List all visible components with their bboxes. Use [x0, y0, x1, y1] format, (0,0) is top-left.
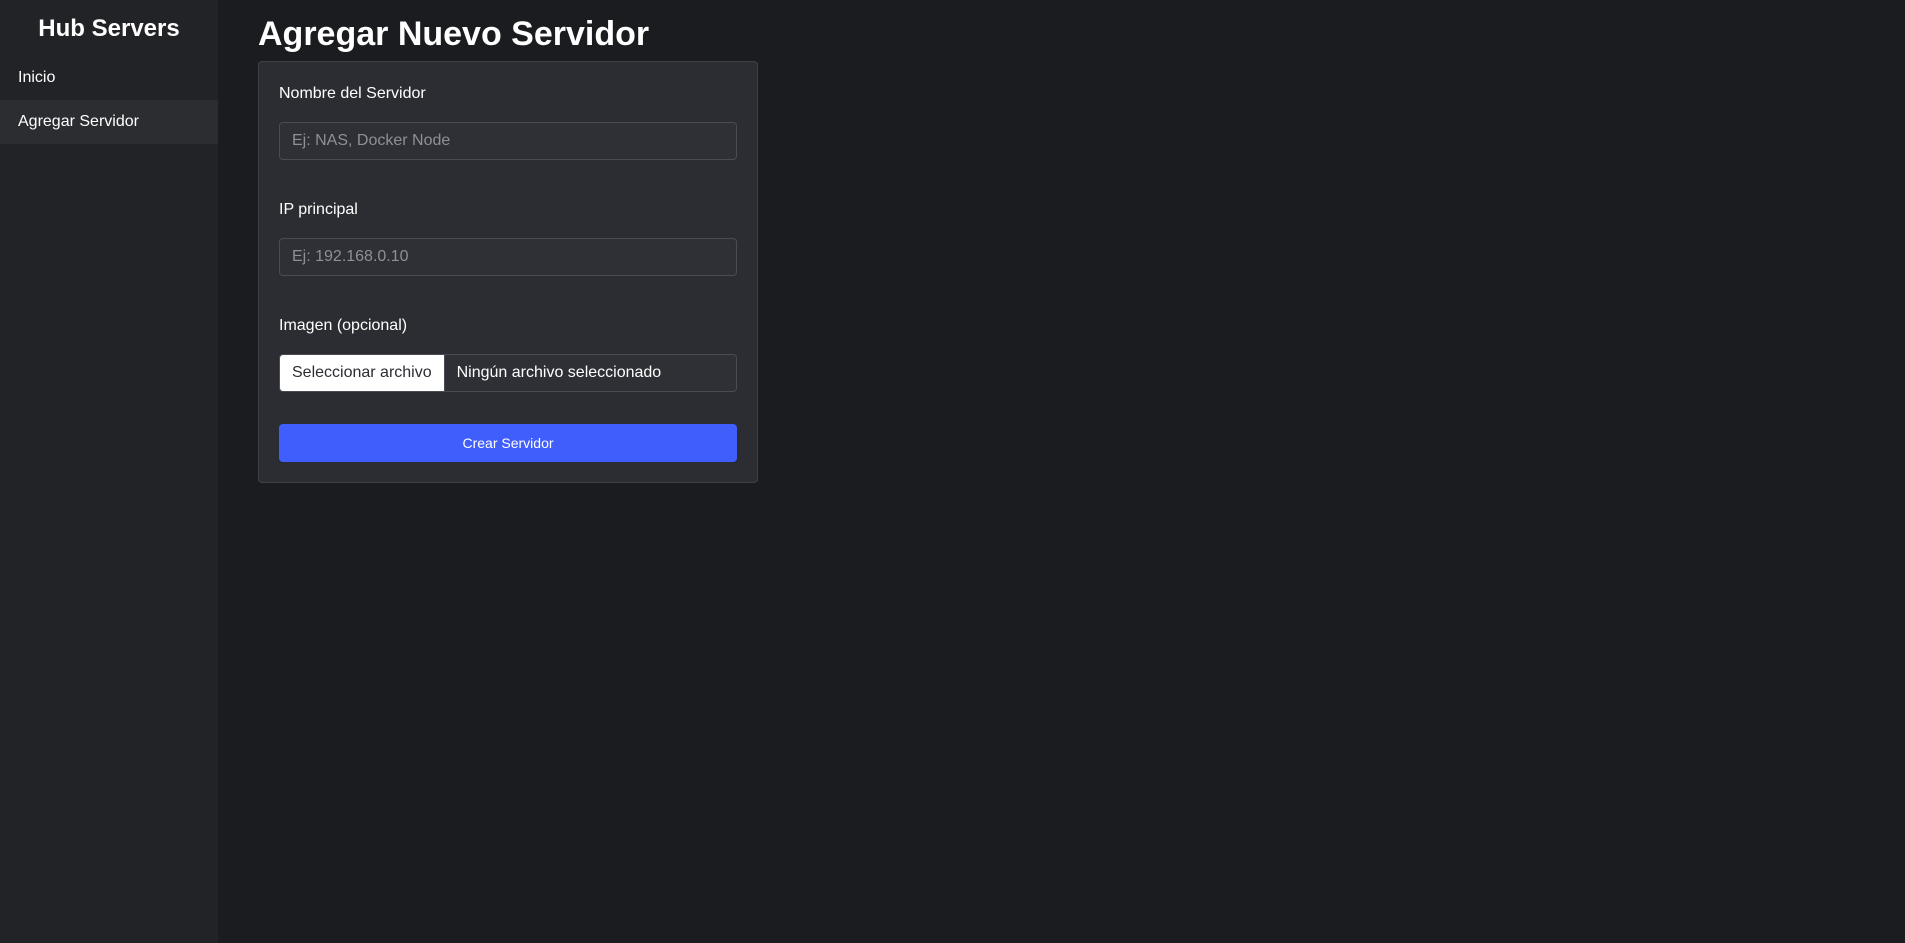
image-label: Imagen (opcional): [279, 317, 408, 334]
main-content: Agregar Nuevo Servidor Nombre del Servid…: [218, 0, 1905, 943]
server-name-label: Nombre del Servidor: [279, 85, 426, 102]
ip-label: IP principal: [279, 201, 358, 218]
ip-input[interactable]: [279, 238, 737, 276]
brand-title: Hub Servers: [38, 15, 180, 42]
sidebar-item-label: Agregar Servidor: [18, 113, 139, 130]
sidebar-item-agregar-servidor[interactable]: Agregar Servidor: [0, 100, 218, 144]
app-root: Hub Servers Inicio Agregar Servidor Agre…: [0, 0, 1905, 943]
page-title: Agregar Nuevo Servidor: [258, 15, 650, 53]
sidebar-item-inicio[interactable]: Inicio: [0, 56, 218, 100]
server-name-input[interactable]: [279, 122, 737, 160]
create-server-button[interactable]: Crear Servidor: [279, 424, 737, 462]
add-server-form: Nombre del Servidor IP principal Imagen …: [258, 61, 758, 483]
sidebar: Hub Servers Inicio Agregar Servidor: [0, 0, 218, 943]
select-file-button[interactable]: Seleccionar archivo: [280, 355, 445, 391]
image-file-input[interactable]: Seleccionar archivo Ningún archivo selec…: [279, 354, 737, 392]
sidebar-item-label: Inicio: [18, 69, 56, 86]
file-status-text: Ningún archivo seleccionado: [444, 355, 736, 391]
